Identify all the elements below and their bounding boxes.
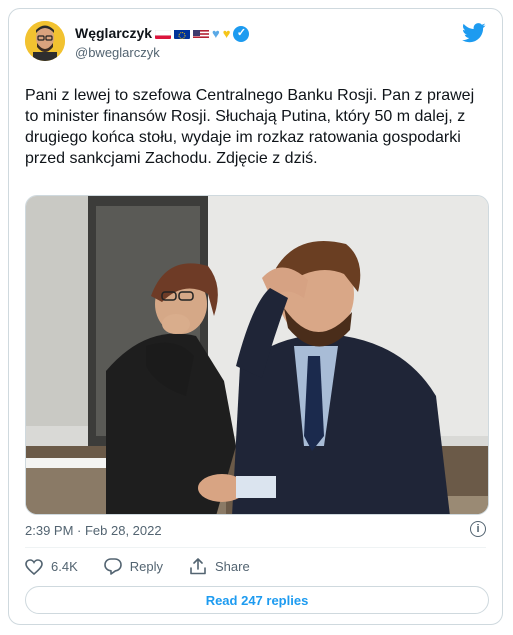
share-icon: [189, 558, 207, 575]
reply-icon: [103, 558, 122, 575]
reply-button[interactable]: Reply: [103, 558, 163, 575]
tweet-photo[interactable]: [25, 195, 489, 515]
heart-icon: [25, 558, 43, 575]
action-bar: 6.4K Reply Share: [25, 558, 276, 575]
like-count: 6.4K: [51, 559, 78, 574]
usa-flag-icon: [193, 28, 210, 39]
like-button[interactable]: 6.4K: [25, 558, 78, 575]
tweet-card: Węglarczyk ♥ ♥ ✓ @bweglarczyk Pani z lew…: [8, 8, 503, 625]
author-handle[interactable]: @bweglarczyk: [75, 45, 160, 60]
verified-badge-icon: ✓: [233, 25, 250, 42]
author-name-row[interactable]: Węglarczyk ♥ ♥ ✓: [75, 25, 250, 42]
avatar[interactable]: [25, 21, 65, 61]
info-icon[interactable]: i: [470, 521, 486, 537]
poland-flag-icon: [155, 28, 172, 39]
share-label: Share: [215, 559, 250, 574]
author-name[interactable]: Węglarczyk: [75, 25, 152, 42]
eu-flag-icon: [174, 28, 191, 39]
blue-heart-icon: ♥: [212, 26, 220, 41]
tweet-text: Pani z lewej to szefowa Centralnego Bank…: [25, 87, 475, 167]
read-replies-button[interactable]: Read 247 replies: [25, 586, 489, 614]
share-button[interactable]: Share: [189, 558, 250, 575]
yellow-heart-icon: ♥: [222, 26, 231, 41]
divider: [25, 547, 486, 548]
reply-label: Reply: [129, 559, 163, 574]
tweet-timestamp[interactable]: 2:39 PM · Feb 28, 2022: [25, 523, 162, 538]
twitter-bird-icon[interactable]: [462, 23, 486, 48]
